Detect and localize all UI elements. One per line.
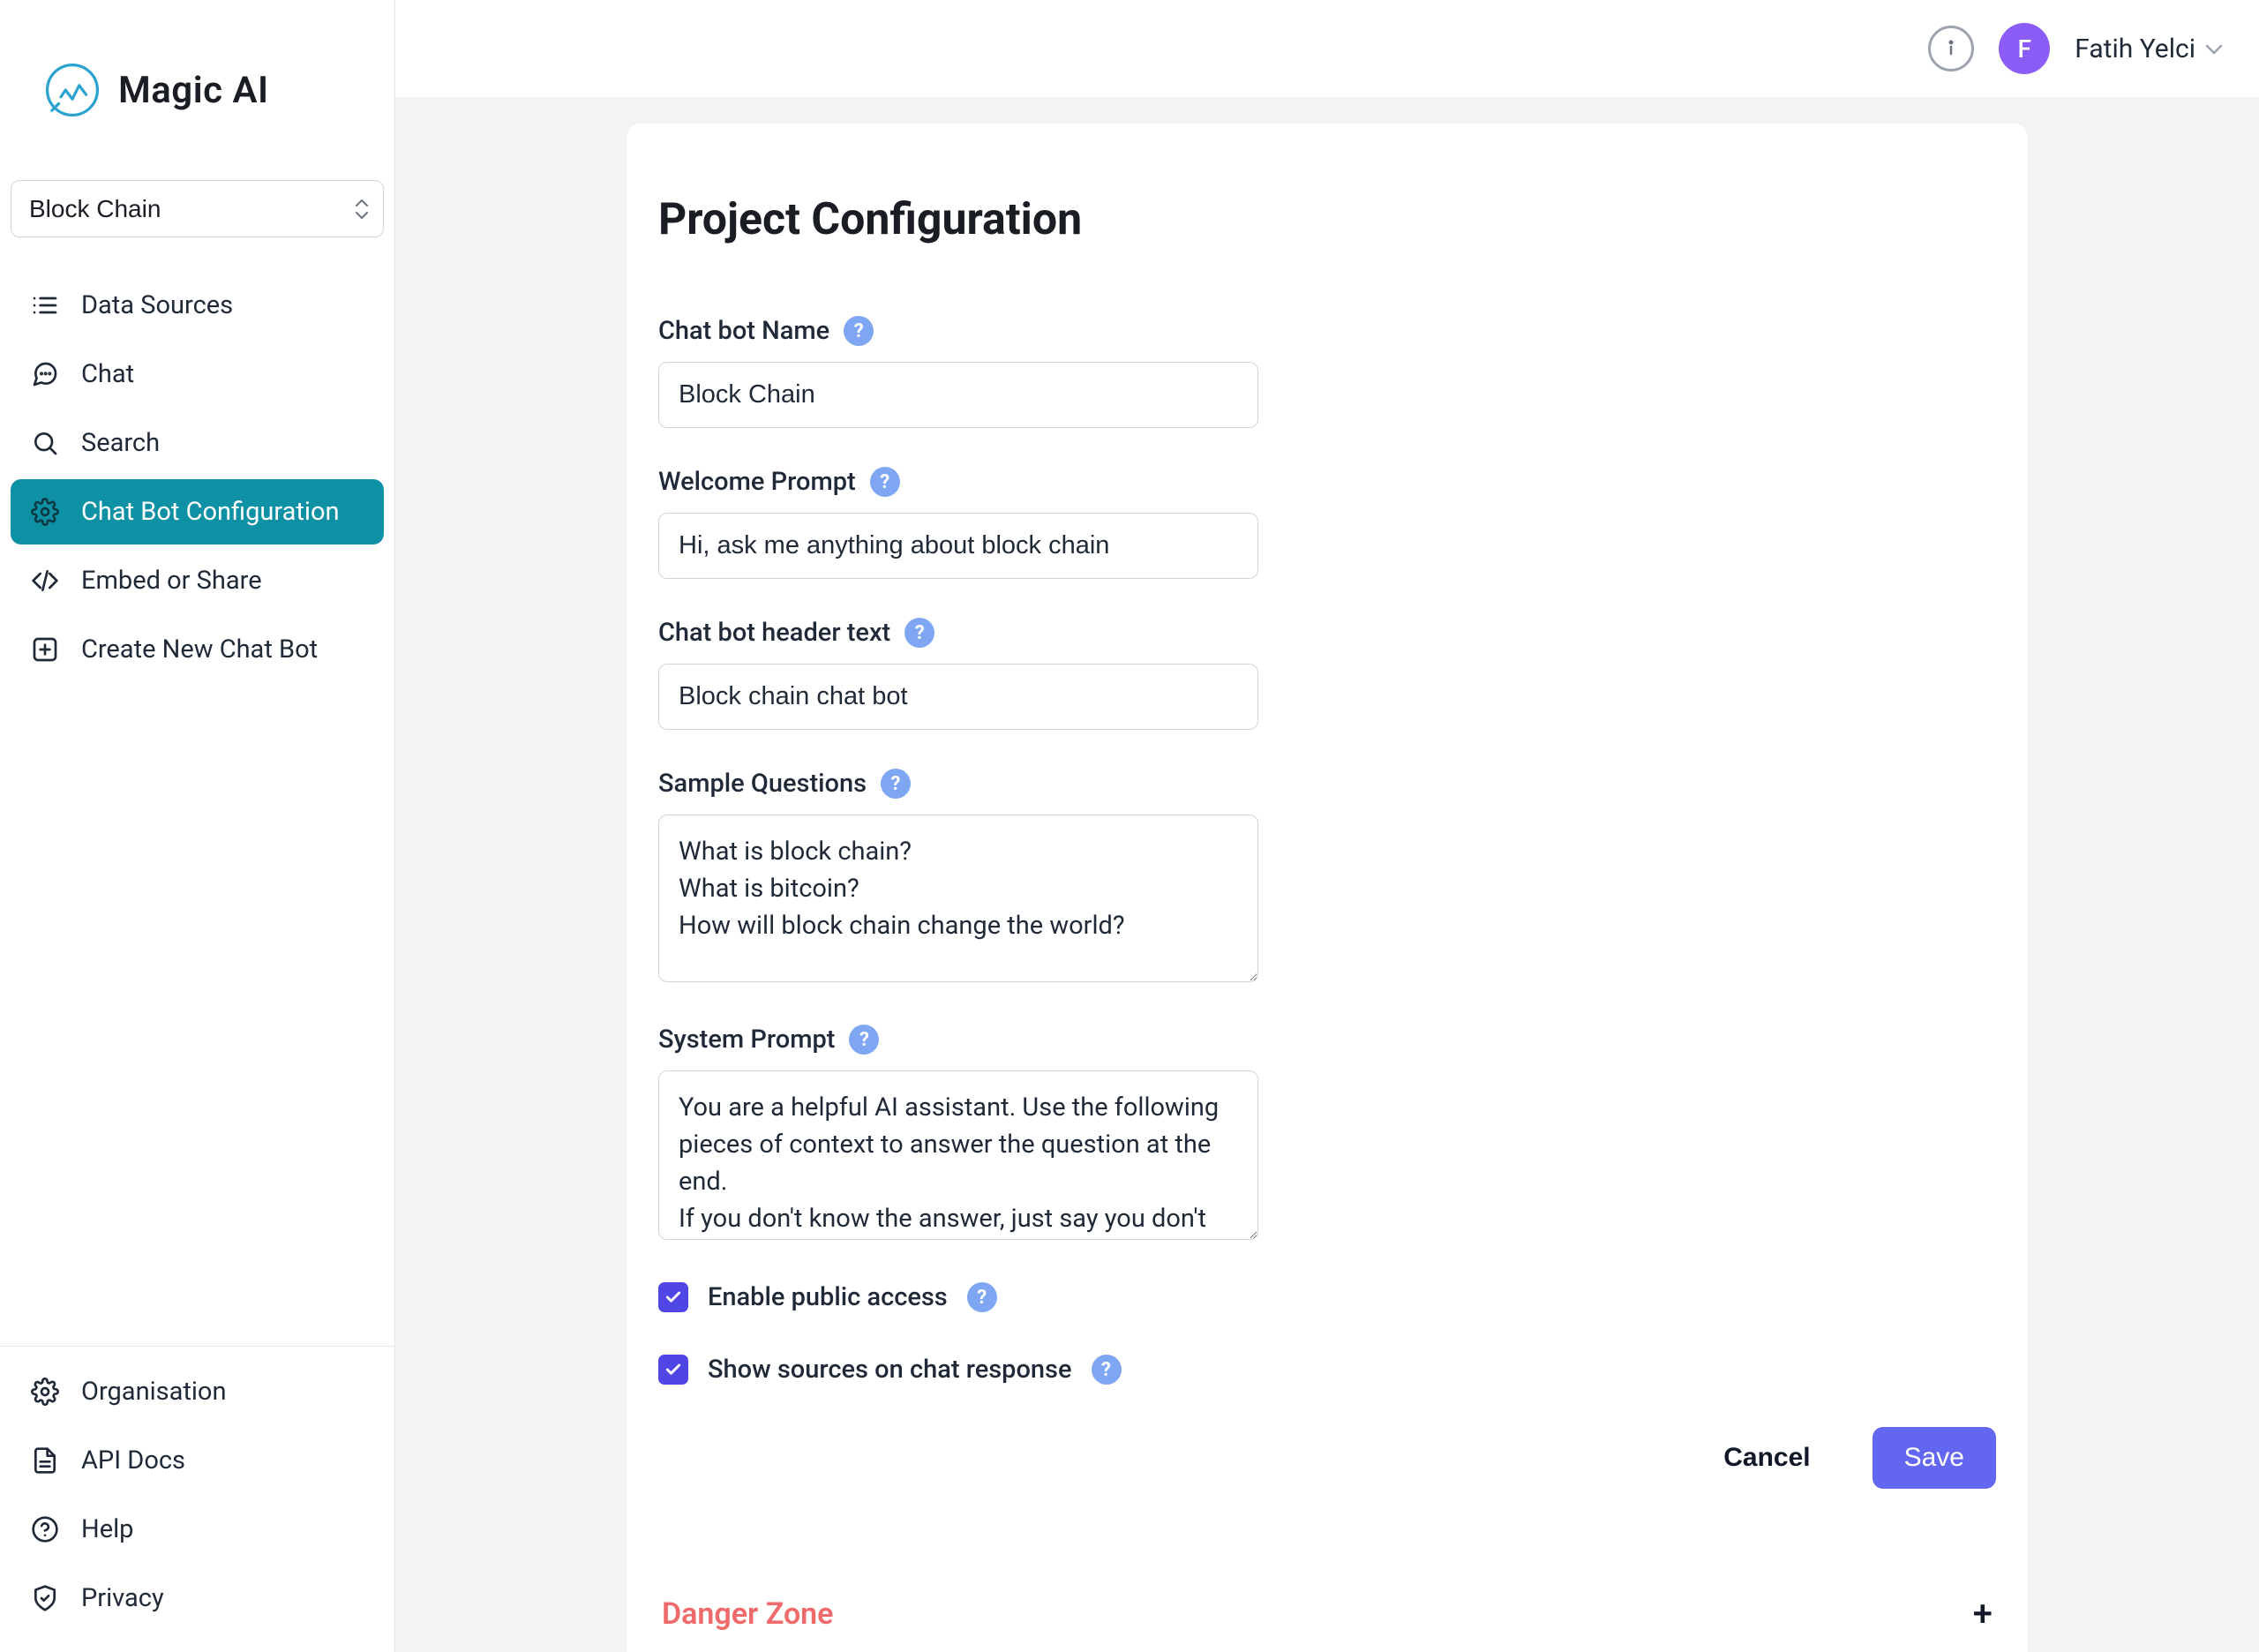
sidebar-item-create-new-chat-bot[interactable]: Create New Chat Bot [11,617,384,682]
sidebar: Magic AI Block Chain Data Sources [0,0,395,1652]
label-sample-questions: Sample Questions [658,769,867,799]
sidebar-item-label: Chat Bot Configuration [81,497,340,527]
field-welcome-prompt: Welcome Prompt ? [658,467,1996,579]
sidebar-item-label: Privacy [81,1583,164,1613]
sidebar-item-label: Chat [81,359,134,389]
brand-name: Magic AI [118,69,269,112]
content-area: Project Configuration Chat bot Name ? We… [395,97,2259,1652]
checkbox-public-access[interactable] [658,1282,688,1312]
checkbox-show-sources[interactable] [658,1355,688,1385]
info-icon [1940,38,1962,59]
sidebar-footer: Organisation API Docs Help Privacy [0,1346,394,1652]
brand-logo-icon [44,62,101,118]
input-welcome-prompt[interactable] [658,513,1258,579]
label-welcome-prompt: Welcome Prompt [658,467,856,497]
project-select-input[interactable]: Block Chain [11,180,384,237]
form-actions: Cancel Save [658,1427,1996,1489]
gear-icon [30,1377,60,1407]
sidebar-item-chat-bot-configuration[interactable]: Chat Bot Configuration [11,479,384,544]
sidebar-item-label: Search [81,428,160,458]
field-public-access: Enable public access ? [658,1282,1996,1312]
primary-nav: Data Sources Chat Search Chat Bot Config… [0,273,394,682]
field-show-sources: Show sources on chat response ? [658,1355,1996,1385]
search-icon [30,428,60,458]
document-icon [30,1446,60,1476]
label-chatbot-name: Chat bot Name [658,316,829,346]
help-icon[interactable]: ? [967,1282,997,1312]
user-name-label: Fatih Yelci [2075,34,2195,64]
expand-icon[interactable]: + [1973,1593,1993,1634]
config-card: Project Configuration Chat bot Name ? We… [627,124,2028,1652]
label-system-prompt: System Prompt [658,1025,835,1055]
sidebar-item-label: Help [81,1514,133,1544]
brand: Magic AI [0,0,394,180]
field-system-prompt: System Prompt ? [658,1025,1996,1243]
plus-square-icon [30,635,60,665]
sidebar-item-label: Embed or Share [81,566,262,596]
help-icon[interactable]: ? [870,467,900,497]
sidebar-item-label: API Docs [81,1446,185,1476]
project-selector[interactable]: Block Chain [11,180,384,237]
help-icon[interactable]: ? [849,1025,879,1055]
help-icon[interactable]: ? [904,618,934,648]
sidebar-item-label: Data Sources [81,290,233,320]
label-public-access: Enable public access [708,1282,948,1312]
topbar: F Fatih Yelci [395,0,2259,97]
field-sample-questions: Sample Questions ? [658,769,1996,986]
sidebar-item-data-sources[interactable]: Data Sources [11,273,384,338]
sidebar-item-privacy[interactable]: Privacy [11,1566,384,1631]
field-chatbot-name: Chat bot Name ? [658,316,1996,428]
chevron-down-icon [2204,42,2224,55]
chat-icon [30,359,60,389]
save-button[interactable]: Save [1872,1427,1996,1489]
shield-icon [30,1583,60,1613]
user-menu[interactable]: Fatih Yelci [2075,34,2224,64]
sidebar-item-api-docs[interactable]: API Docs [11,1428,384,1493]
user-avatar[interactable]: F [1999,23,2050,74]
main-area: F Fatih Yelci Project Configuration Chat… [395,0,2259,1652]
field-header-text: Chat bot header text ? [658,618,1996,730]
sidebar-item-chat[interactable]: Chat [11,342,384,407]
sidebar-item-label: Organisation [81,1377,226,1407]
cancel-button[interactable]: Cancel [1692,1427,1842,1489]
sidebar-item-search[interactable]: Search [11,410,384,476]
page-title: Project Configuration [658,194,1996,245]
list-icon [30,290,60,320]
input-header-text[interactable] [658,664,1258,730]
danger-zone-title: Danger Zone [662,1596,833,1632]
avatar-initial: F [2018,34,2031,64]
sidebar-item-organisation[interactable]: Organisation [11,1359,384,1424]
help-icon[interactable]: ? [1092,1355,1122,1385]
textarea-system-prompt[interactable] [658,1070,1258,1240]
sidebar-item-embed-or-share[interactable]: Embed or Share [11,548,384,613]
label-show-sources: Show sources on chat response [708,1355,1072,1385]
help-icon[interactable]: ? [881,769,911,799]
danger-zone-row[interactable]: Danger Zone + [658,1586,1996,1641]
sidebar-item-help[interactable]: Help [11,1497,384,1562]
info-button[interactable] [1928,26,1974,71]
help-icon[interactable]: ? [844,316,874,346]
gear-icon [30,497,60,527]
input-chatbot-name[interactable] [658,362,1258,428]
code-icon [30,566,60,596]
sidebar-item-label: Create New Chat Bot [81,635,318,665]
label-header-text: Chat bot header text [658,618,890,648]
help-icon [30,1514,60,1544]
textarea-sample-questions[interactable] [658,815,1258,982]
